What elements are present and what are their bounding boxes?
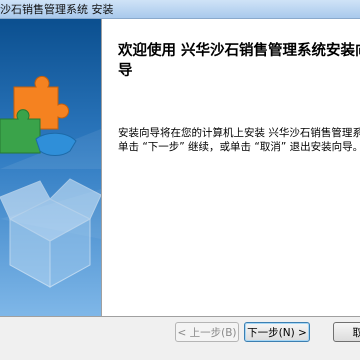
welcome-heading: 欢迎使用 兴华沙石销售管理系统安装向导 xyxy=(118,43,360,79)
welcome-content: 欢迎使用 兴华沙石销售管理系统安装向导 安装向导将在您的计算机上安装 兴华沙石销… xyxy=(102,19,360,316)
wizard-banner xyxy=(0,19,101,316)
welcome-description: 安装向导将在您的计算机上安装 兴华沙石销售管理系统。单击 “下一步” 继续，或单… xyxy=(118,127,360,153)
cancel-button[interactable]: 取消 xyxy=(333,322,360,342)
puzzle-box-icon xyxy=(0,75,101,288)
back-button[interactable]: < 上一步(B) xyxy=(175,322,239,342)
installer-window: 沙石销售管理系统 安装 欢迎使用 兴华沙石销售管理系统安装向导 安装向导将在您的… xyxy=(0,0,360,360)
window-title: 沙石销售管理系统 安装 xyxy=(0,3,114,16)
next-button[interactable]: 下一步(N) > xyxy=(244,322,310,342)
title-bar[interactable]: 沙石销售管理系统 安装 xyxy=(0,0,360,19)
